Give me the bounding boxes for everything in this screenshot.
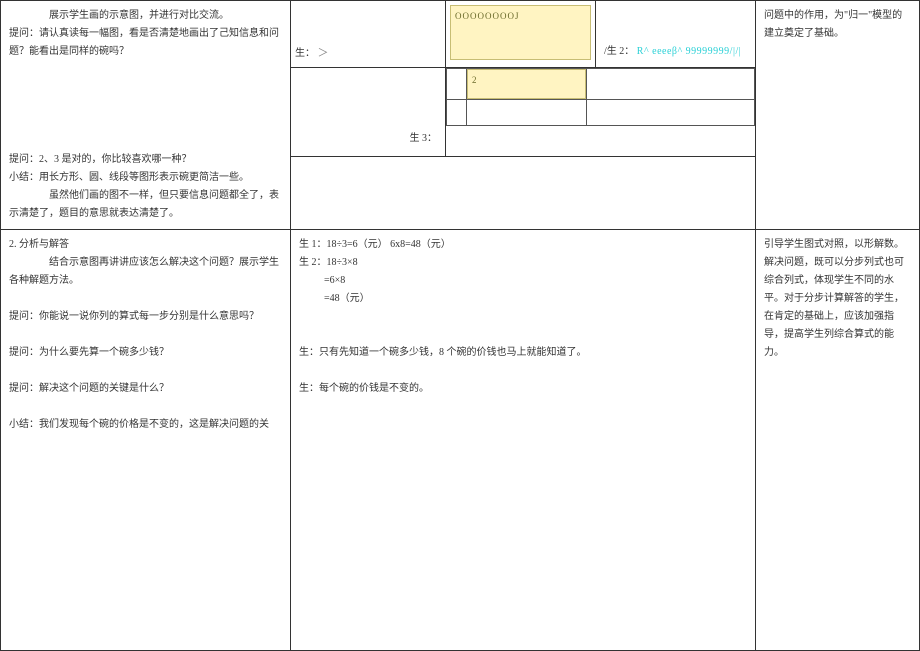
text: =6×8 xyxy=(299,272,747,290)
text: 虽然他们画的图不一样，但只要信息问题都全了，表示清楚了，题目的意思就表达清楚了。 xyxy=(9,187,282,223)
spacer-row xyxy=(291,156,756,229)
inner-cell xyxy=(447,99,467,125)
student1-label: 生： ＞ xyxy=(295,44,329,64)
ooo-text: OOOOOOOOJ xyxy=(455,11,520,21)
text: 问题中的作用，为"归一"模型的建立奠定了基础。 xyxy=(764,7,911,43)
inner-cell xyxy=(587,99,755,125)
student3-label: 生 3： xyxy=(410,133,438,144)
r1-purpose-col: 问题中的作用，为"归一"模型的建立奠定了基础。 xyxy=(756,1,920,230)
text: 结合示意图再讲讲应该怎么解决这个问题？展示学生各种解题方法。 xyxy=(9,254,282,290)
student2-label: /生 2： xyxy=(604,46,634,57)
text: 提问：为什么要先算一个碗多少钱？ xyxy=(9,344,282,362)
student1-cell: 生： ＞ xyxy=(291,1,446,68)
text: 生：只有先知道一个碗多少钱，8 个碗的价钱也马上就能知道了。 xyxy=(299,344,747,362)
small-num: 2 xyxy=(472,75,478,85)
text: 提问：2、3 是对的，你比较喜欢哪一种？ xyxy=(9,151,282,169)
text: 提问：解决这个问题的关键是什么？ xyxy=(9,380,282,398)
student3-grid-cell: 2 xyxy=(446,67,756,156)
r1-teacher-col: 展示学生画的示意图，并进行对比交流。 提问：请认真读每一幅图，看是否清楚地画出了… xyxy=(1,1,291,230)
text: 引导学生图式对照，以形解数。解决问题，既可以分步列式也可综合列式，体现学生不同的… xyxy=(764,236,911,362)
student3-left-cell: 生 3： xyxy=(291,67,446,156)
text: 小结：用长方形、圆、线段等图形表示碗更简洁一些。 xyxy=(9,169,282,187)
inner-cell xyxy=(587,68,755,99)
inner-cell xyxy=(447,68,467,99)
text: 生：每个碗的价钱是不变的。 xyxy=(299,380,747,398)
r2-student-col: 生 1：18÷3=6（元） 6x8=48（元） 生 2：18÷3×8 =6×8 … xyxy=(291,230,756,651)
text: 提问：你能说一说你列的算式每一步分别是什么意思吗？ xyxy=(9,308,282,326)
text: 小结：我们发现每个碗的价格是不变的，这是解决问题的关 xyxy=(9,416,282,434)
yellow-rectangle: OOOOOOOOJ xyxy=(450,5,591,60)
lesson-plan-table: 展示学生画的示意图，并进行对比交流。 提问：请认真读每一幅图，看是否清楚地画出了… xyxy=(0,0,920,651)
text: 展示学生画的示意图，并进行对比交流。 xyxy=(9,7,282,25)
student2-cell: /生 2： R^ eeeeβ^ 99999999/|/| xyxy=(596,1,756,68)
arrow-icon: ＞ xyxy=(318,47,329,59)
inner-grid: 2 xyxy=(446,68,755,126)
yellow-box-top: OOOOOOOOJ xyxy=(446,1,596,68)
inner-cell xyxy=(467,99,587,125)
text: =48（元） xyxy=(299,290,747,308)
text: 生 2：18÷3×8 xyxy=(299,254,747,272)
heading: 2. 分析与解答 xyxy=(9,236,282,254)
text: 提问：请认真读每一幅图，看是否清楚地画出了己知信息和问题？能看出是同样的碗吗？ xyxy=(9,25,282,61)
decorative-string: R^ eeeeβ^ 99999999/|/| xyxy=(637,46,741,57)
yellow-rectangle-small: 2 xyxy=(467,69,586,99)
inner-yellow: 2 xyxy=(467,68,587,99)
r2-teacher-col: 2. 分析与解答 结合示意图再讲讲应该怎么解决这个问题？展示学生各种解题方法。 … xyxy=(1,230,291,651)
text: 生 1：18÷3=6（元） 6x8=48（元） xyxy=(299,236,747,254)
r2-purpose-col: 引导学生图式对照，以形解数。解决问题，既可以分步列式也可综合列式，体现学生不同的… xyxy=(756,230,920,651)
